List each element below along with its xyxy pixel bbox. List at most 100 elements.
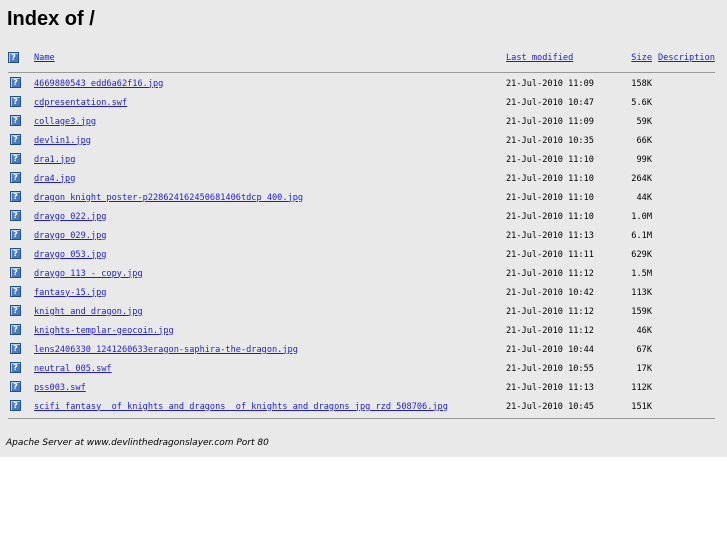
file-icon-cell bbox=[8, 150, 32, 169]
file-modified-cell: 21-Jul-2010 11:12 bbox=[506, 325, 594, 336]
file-size-cell: 151K bbox=[631, 401, 652, 412]
file-icon-cell bbox=[8, 359, 32, 378]
file-size-cell: 46K bbox=[636, 325, 652, 336]
file-size-cell: 66K bbox=[636, 135, 652, 146]
unknown-file-icon[interactable] bbox=[10, 248, 21, 259]
file-description-cell bbox=[658, 340, 715, 359]
unknown-file-icon[interactable] bbox=[10, 96, 21, 107]
unknown-file-icon[interactable] bbox=[10, 400, 21, 411]
file-description-cell bbox=[658, 321, 715, 340]
file-icon-cell bbox=[8, 321, 32, 340]
file-link[interactable]: devlin1.jpg bbox=[34, 136, 91, 146]
file-link[interactable]: draygo 053.jpg bbox=[34, 250, 106, 260]
file-link[interactable]: dra4.jpg bbox=[34, 174, 75, 184]
sort-by-last-modified-link[interactable]: Last modified bbox=[506, 53, 573, 63]
sort-by-size-link[interactable]: Size bbox=[631, 53, 652, 63]
unknown-file-icon[interactable] bbox=[10, 267, 21, 278]
unknown-file-icon[interactable] bbox=[10, 210, 21, 221]
file-name-cell: 4669880543_edd6a62f16.jpg bbox=[34, 74, 504, 93]
file-row: knights-templar-geocoin.jpg 21-Jul-2010 1… bbox=[8, 321, 715, 340]
file-link[interactable]: 4669880543_edd6a62f16.jpg bbox=[34, 79, 163, 89]
file-description-cell bbox=[658, 169, 715, 188]
file-size-cell: 159K bbox=[631, 306, 652, 317]
file-link[interactable]: collage3.jpg bbox=[34, 117, 96, 127]
file-modified-cell: 21-Jul-2010 10:55 bbox=[506, 363, 594, 374]
file-link[interactable]: cdpresentation.swf bbox=[34, 98, 127, 108]
unknown-file-icon[interactable] bbox=[10, 305, 21, 316]
header-description-cell: Description bbox=[658, 46, 715, 70]
file-row: collage3.jpg 21-Jul-2010 11:09 59K bbox=[8, 112, 715, 131]
unknown-file-icon[interactable] bbox=[10, 229, 21, 240]
file-description-cell bbox=[658, 397, 715, 416]
sort-by-name-link[interactable]: Name bbox=[34, 53, 55, 63]
file-link[interactable]: draygo 029.jpg bbox=[34, 231, 106, 241]
file-description-cell bbox=[658, 245, 715, 264]
file-row: dra1.jpg 21-Jul-2010 11:10 99K bbox=[8, 150, 715, 169]
file-link[interactable]: draygo 113 - copy.jpg bbox=[34, 269, 143, 279]
unknown-file-icon[interactable] bbox=[10, 362, 21, 373]
file-row: dragon_knight_poster-p228624162450681406… bbox=[8, 188, 715, 207]
file-icon-cell bbox=[8, 264, 32, 283]
unknown-file-icon[interactable] bbox=[10, 381, 21, 392]
header-icon-cell bbox=[8, 46, 32, 70]
file-name-cell: collage3.jpg bbox=[34, 112, 504, 131]
file-row: devlin1.jpg 21-Jul-2010 10:35 66K bbox=[8, 131, 715, 150]
unknown-file-icon[interactable] bbox=[10, 134, 21, 145]
horizontal-rule bbox=[8, 71, 715, 73]
file-size-cell: 67K bbox=[636, 344, 652, 355]
header-name-cell: Name bbox=[34, 46, 504, 70]
file-row: 4669880543_edd6a62f16.jpg 21-Jul-2010 11:… bbox=[8, 74, 715, 93]
file-row: lens2406330_1241260633eragon-saphira-the… bbox=[8, 340, 715, 359]
file-row: draygo 022.jpg 21-Jul-2010 11:10 1.0M bbox=[8, 207, 715, 226]
file-name-cell: dragon_knight_poster-p228624162450681406… bbox=[34, 188, 504, 207]
file-name-cell: fantasy-15.jpg bbox=[34, 283, 504, 302]
file-description-cell bbox=[658, 359, 715, 378]
header-size-cell: Size bbox=[614, 46, 656, 70]
unknown-file-icon[interactable] bbox=[10, 115, 21, 126]
file-icon-cell bbox=[8, 131, 32, 150]
file-size-cell: 629K bbox=[631, 249, 652, 260]
file-name-cell: lens2406330_1241260633eragon-saphira-the… bbox=[34, 340, 504, 359]
file-link[interactable]: dra1.jpg bbox=[34, 155, 75, 165]
file-size-cell: 99K bbox=[636, 154, 652, 165]
file-name-cell: dra4.jpg bbox=[34, 169, 504, 188]
file-icon-cell bbox=[8, 112, 32, 131]
file-description-cell bbox=[658, 264, 715, 283]
file-row: fantasy-15.jpg 21-Jul-2010 10:42 113K bbox=[8, 283, 715, 302]
file-size-cell: 44K bbox=[636, 192, 652, 203]
file-link[interactable]: draygo 022.jpg bbox=[34, 212, 106, 222]
file-size-cell: 6.1M bbox=[631, 230, 652, 241]
file-row: neutral 005.swf 21-Jul-2010 10:55 17K bbox=[8, 359, 715, 378]
file-row: dra4.jpg 21-Jul-2010 11:10 264K bbox=[8, 169, 715, 188]
horizontal-rule bbox=[8, 417, 715, 419]
blank-icon bbox=[8, 51, 19, 63]
unknown-file-icon[interactable] bbox=[10, 286, 21, 297]
file-description-cell bbox=[658, 207, 715, 226]
file-link[interactable]: dragon_knight_poster-p228624162450681406… bbox=[34, 193, 303, 203]
file-icon-cell bbox=[8, 302, 32, 321]
unknown-file-icon[interactable] bbox=[10, 324, 21, 335]
unknown-file-icon[interactable] bbox=[10, 343, 21, 354]
file-link[interactable]: knights-templar-geocoin.jpg bbox=[34, 326, 174, 336]
file-link[interactable]: lens2406330_1241260633eragon-saphira-the… bbox=[34, 345, 298, 355]
file-size-cell: 264K bbox=[631, 173, 652, 184]
file-size-cell: 1.0M bbox=[631, 211, 652, 222]
unknown-file-icon[interactable] bbox=[10, 77, 21, 88]
file-link[interactable]: scifi_fantasy__of_knights_and_dragons__o… bbox=[34, 402, 448, 412]
directory-listing-page: Index of / Name Last modified Size Descr… bbox=[0, 0, 727, 457]
server-signature: Apache Server at www.devlinthedragonslay… bbox=[6, 438, 269, 448]
sort-by-description-link[interactable]: Description bbox=[658, 53, 715, 63]
file-link[interactable]: knight_and_dragon.jpg bbox=[34, 307, 143, 317]
file-link[interactable]: neutral 005.swf bbox=[34, 364, 112, 374]
file-description-cell bbox=[658, 188, 715, 207]
file-icon-cell bbox=[8, 226, 32, 245]
file-icon-cell bbox=[8, 93, 32, 112]
file-modified-cell: 21-Jul-2010 11:10 bbox=[506, 154, 594, 165]
file-link[interactable]: pss003.swf bbox=[34, 383, 86, 393]
unknown-file-icon[interactable] bbox=[10, 153, 21, 164]
unknown-file-icon[interactable] bbox=[10, 191, 21, 202]
file-description-cell bbox=[658, 302, 715, 321]
unknown-file-icon[interactable] bbox=[10, 172, 21, 183]
file-link[interactable]: fantasy-15.jpg bbox=[34, 288, 106, 298]
file-name-cell: draygo 022.jpg bbox=[34, 207, 504, 226]
